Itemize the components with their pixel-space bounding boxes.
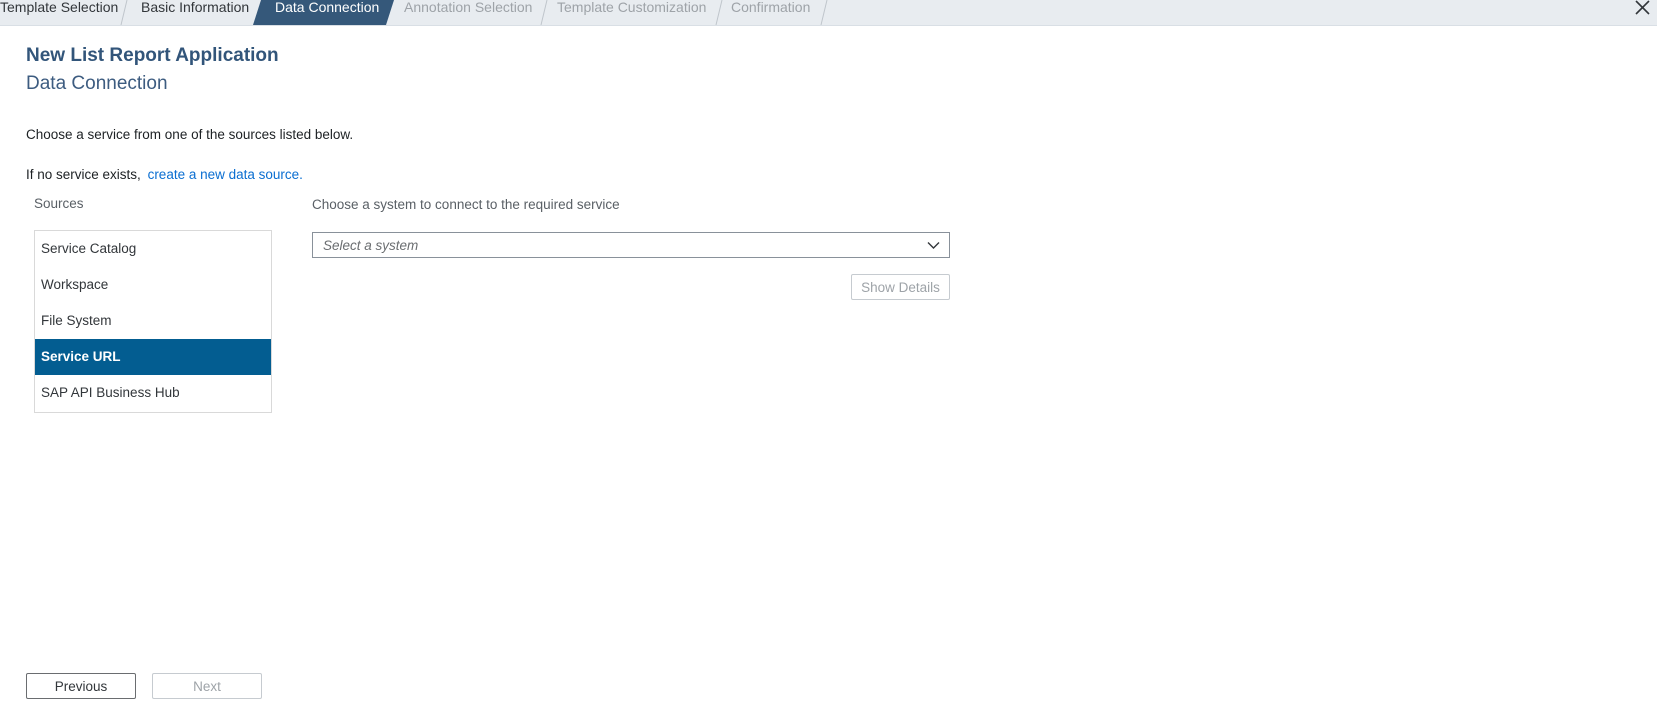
source-item-file-system[interactable]: File System: [35, 303, 271, 339]
show-details-button[interactable]: Show Details: [851, 274, 950, 300]
no-service-text: If no service exists, create a new data …: [26, 167, 303, 182]
previous-button[interactable]: Previous: [26, 673, 136, 699]
sources-label: Sources: [34, 196, 84, 211]
system-label: Choose a system to connect to the requir…: [312, 197, 620, 212]
page-title: New List Report Application: [26, 45, 279, 66]
step-separator: [820, 0, 828, 25]
wizard-step-data-connection[interactable]: Data Connection: [275, 0, 379, 25]
instruction-text: Choose a service from one of the sources…: [26, 127, 354, 142]
chevron-down-icon: [927, 242, 940, 249]
next-button[interactable]: Next: [152, 673, 262, 699]
wizard-step-template-customization: Template Customization: [557, 0, 707, 15]
step-separator: [120, 0, 128, 25]
wizard-step-confirmation: Confirmation: [731, 0, 811, 15]
wizard-progress-bar: Template Selection Basic Information Dat…: [0, 0, 1657, 26]
step-separator: [540, 0, 548, 25]
sources-list: Service Catalog Workspace File System Se…: [34, 230, 272, 413]
system-select[interactable]: Select a system: [312, 232, 950, 258]
step-separator: [715, 0, 723, 25]
source-item-workspace[interactable]: Workspace: [35, 267, 271, 303]
wizard-step-template-selection[interactable]: Template Selection: [0, 0, 118, 25]
source-item-service-catalog[interactable]: Service Catalog: [35, 231, 271, 267]
wizard-step-annotation-selection: Annotation Selection: [404, 0, 533, 15]
system-select-placeholder: Select a system: [323, 238, 419, 253]
no-service-prefix: If no service exists,: [26, 167, 141, 182]
wizard-step-basic-information[interactable]: Basic Information: [141, 0, 249, 25]
source-item-service-url[interactable]: Service URL: [35, 339, 271, 375]
page-subtitle: Data Connection: [26, 73, 168, 94]
create-data-source-link[interactable]: create a new data source.: [148, 167, 303, 182]
close-icon[interactable]: [1631, 0, 1653, 16]
source-item-sap-api-business-hub[interactable]: SAP API Business Hub: [35, 375, 271, 411]
